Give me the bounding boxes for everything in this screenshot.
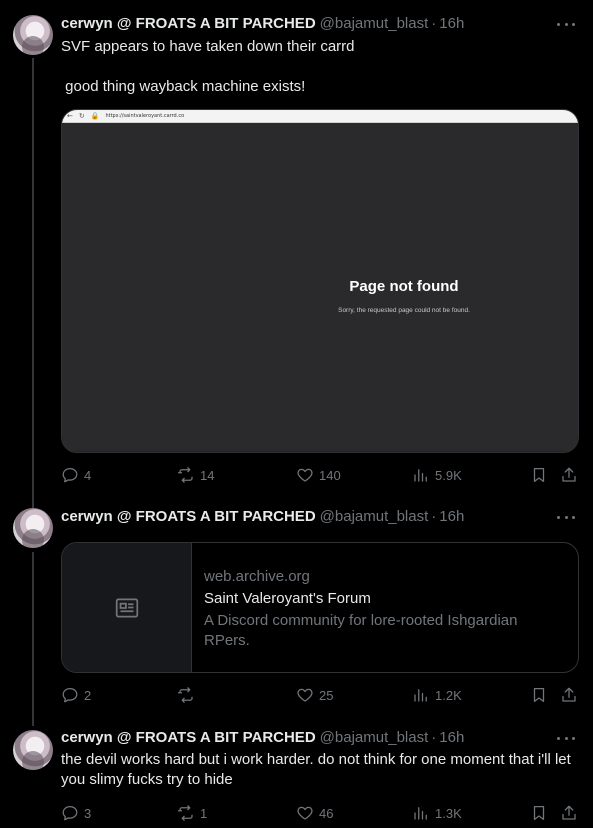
share-button[interactable] [560, 803, 578, 823]
like-icon [297, 806, 313, 820]
share-icon [562, 467, 576, 482]
back-icon: ← [67, 111, 73, 120]
tweet-text: SVF appears to have taken down their car… [61, 38, 355, 95]
page-not-found-subtitle: Sorry, the requested page could not be f… [338, 307, 470, 314]
like-count: 46 [319, 805, 334, 821]
more-icon[interactable] [557, 507, 575, 527]
share-icon [562, 805, 576, 820]
reply-count: 4 [84, 467, 92, 483]
card-description: A Discord community for lore-rooted Ishg… [204, 612, 518, 649]
views-icon [414, 469, 427, 482]
bookmark-icon [533, 805, 545, 821]
views-button[interactable]: 5.9K [412, 465, 462, 485]
views-icon [414, 689, 427, 702]
view-count: 1.3K [435, 805, 462, 821]
repost-icon [177, 805, 193, 821]
bookmark-button[interactable] [530, 803, 548, 823]
repost-button[interactable]: 1 [177, 803, 207, 823]
user-handle[interactable]: @bajamut_blast [320, 728, 429, 748]
tweet[interactable]: cerwyn @ FROATS A BIT PARCHED @bajamut_b… [0, 500, 593, 722]
article-icon [115, 597, 138, 618]
page-body: Page not found Sorry, the requested page… [62, 123, 578, 451]
card-info: web.archive.org Saint Valeroyant's Forum… [192, 543, 578, 672]
user-handle[interactable]: @bajamut_blast [320, 507, 429, 527]
avatar[interactable] [13, 508, 53, 548]
repost-icon [177, 467, 193, 483]
repost-icon [177, 687, 193, 703]
bookmark-icon [533, 467, 545, 483]
separator-dot: · [431, 508, 437, 525]
views-icon [414, 807, 427, 820]
browser-bar: ← ↻ 🔒 https://saintvaleroyant.carrd.co [62, 110, 578, 123]
user-handle[interactable]: @bajamut_blast [320, 14, 429, 34]
display-name[interactable]: cerwyn @ FROATS A BIT PARCHED [61, 728, 316, 748]
card-domain: web.archive.org [204, 568, 310, 585]
reply-icon [62, 805, 78, 821]
separator-dot: · [431, 15, 437, 32]
repost-count: 1 [200, 805, 208, 821]
more-icon[interactable] [557, 14, 575, 34]
tweet-header: cerwyn @ FROATS A BIT PARCHED @bajamut_b… [61, 507, 464, 527]
action-bar: 4 14 140 5.9K [61, 465, 579, 485]
share-icon [562, 687, 576, 702]
display-name[interactable]: cerwyn @ FROATS A BIT PARCHED [61, 14, 316, 34]
like-icon [297, 468, 313, 482]
bookmark-button[interactable] [530, 685, 548, 705]
like-icon [297, 688, 313, 702]
view-count: 5.9K [435, 467, 462, 483]
views-button[interactable]: 1.3K [412, 803, 462, 823]
tweet[interactable]: cerwyn @ FROATS A BIT PARCHED @bajamut_b… [0, 0, 593, 500]
reply-count: 2 [84, 687, 92, 703]
timestamp[interactable]: 16h [439, 728, 464, 748]
card-thumbnail [62, 543, 192, 672]
like-button[interactable]: 46 [296, 803, 333, 823]
action-bar: 2 25 1.2K [61, 685, 579, 705]
tweet-text: the devil works hard but i work harder. … [61, 751, 575, 788]
page-not-found-title: Page not found [349, 278, 459, 295]
tweet[interactable]: cerwyn @ FROATS A BIT PARCHED @bajamut_b… [0, 722, 593, 828]
reply-icon [62, 687, 78, 703]
tweet-header: cerwyn @ FROATS A BIT PARCHED @bajamut_b… [61, 14, 464, 34]
lock-icon: 🔒 [90, 111, 100, 120]
bookmark-icon [533, 687, 545, 703]
view-count: 1.2K [435, 687, 462, 703]
share-button[interactable] [560, 465, 578, 485]
timestamp[interactable]: 16h [439, 14, 464, 34]
browser-url: https://saintvaleroyant.carrd.co [105, 113, 185, 119]
avatar[interactable] [13, 730, 53, 770]
reply-button[interactable]: 4 [61, 465, 91, 485]
separator-dot: · [431, 729, 437, 746]
card-title: Saint Valeroyant's Forum [204, 590, 371, 607]
reply-button[interactable]: 2 [61, 685, 91, 705]
link-card[interactable]: web.archive.org Saint Valeroyant's Forum… [61, 542, 579, 673]
tweet-header: cerwyn @ FROATS A BIT PARCHED @bajamut_b… [61, 728, 464, 748]
display-name[interactable]: cerwyn @ FROATS A BIT PARCHED [61, 507, 316, 527]
like-button[interactable]: 25 [296, 685, 333, 705]
repost-button[interactable]: 14 [177, 465, 214, 485]
reply-count: 3 [84, 805, 92, 821]
repost-button[interactable] [177, 685, 200, 705]
avatar[interactable] [13, 15, 53, 55]
like-count: 140 [319, 467, 341, 483]
reload-icon: ↻ [78, 111, 85, 120]
media-screenshot[interactable]: ← ↻ 🔒 https://saintvaleroyant.carrd.co P… [61, 109, 579, 453]
reply-icon [62, 467, 78, 483]
more-icon[interactable] [557, 728, 575, 748]
like-count: 25 [319, 687, 334, 703]
action-bar: 3 1 46 1.3K [61, 803, 579, 823]
share-button[interactable] [560, 685, 578, 705]
bookmark-button[interactable] [530, 465, 548, 485]
like-button[interactable]: 140 [296, 465, 341, 485]
timestamp[interactable]: 16h [439, 507, 464, 527]
views-button[interactable]: 1.2K [412, 685, 462, 705]
repost-count: 14 [200, 467, 215, 483]
reply-button[interactable]: 3 [61, 803, 91, 823]
